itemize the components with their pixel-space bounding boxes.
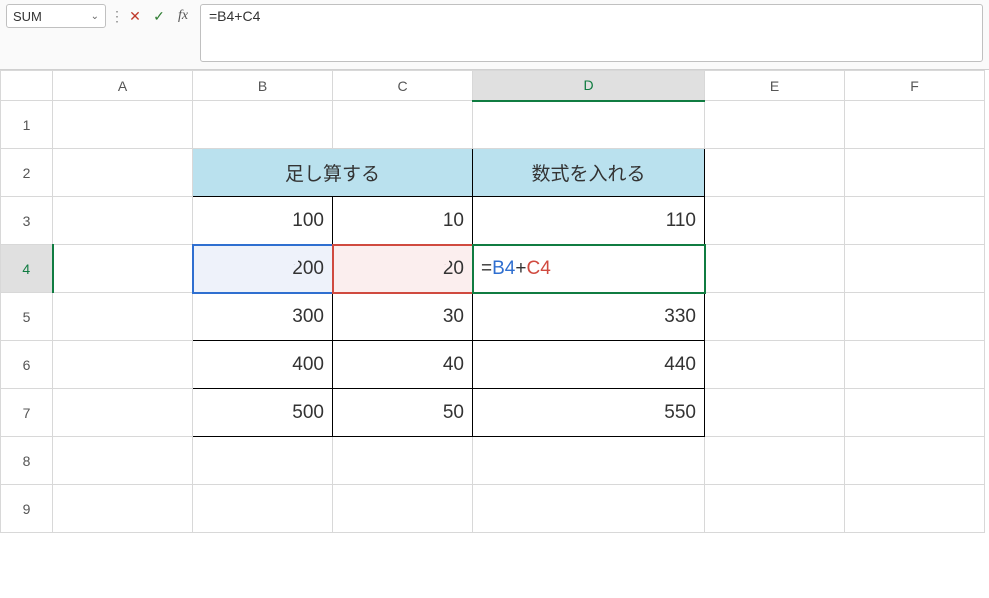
cell-A3[interactable] bbox=[53, 197, 193, 245]
header-sum[interactable]: 足し算する bbox=[193, 149, 473, 197]
grid: A B C D E F 1 2 足し算する 数式を入れる 3 100 bbox=[0, 70, 985, 533]
cell-C7[interactable]: 50 bbox=[333, 389, 473, 437]
col-header-C[interactable]: C bbox=[333, 71, 473, 101]
cell-F1[interactable] bbox=[845, 101, 985, 149]
cell-B9[interactable] bbox=[193, 485, 333, 533]
cell-A8[interactable] bbox=[53, 437, 193, 485]
cell-B3[interactable]: 100 bbox=[193, 197, 333, 245]
cell-E7[interactable] bbox=[705, 389, 845, 437]
cell-E4[interactable] bbox=[705, 245, 845, 293]
col-header-B[interactable]: B bbox=[193, 71, 333, 101]
chevron-down-icon[interactable]: ⌄ bbox=[91, 11, 99, 22]
cell-B4[interactable]: 200 bbox=[193, 245, 333, 293]
cell-A2[interactable] bbox=[53, 149, 193, 197]
cell-B6[interactable]: 400 bbox=[193, 341, 333, 389]
cell-E1[interactable] bbox=[705, 101, 845, 149]
cell-A9[interactable] bbox=[53, 485, 193, 533]
cancel-icon[interactable]: ✕ bbox=[124, 5, 146, 27]
col-header-A[interactable]: A bbox=[53, 71, 193, 101]
cell-C5[interactable]: 30 bbox=[333, 293, 473, 341]
cell-C8[interactable] bbox=[333, 437, 473, 485]
cell-C4[interactable]: 20 bbox=[333, 245, 473, 293]
cell-A7[interactable] bbox=[53, 389, 193, 437]
cell-C9[interactable] bbox=[333, 485, 473, 533]
cell-E5[interactable] bbox=[705, 293, 845, 341]
cell-D3[interactable]: 110 bbox=[473, 197, 705, 245]
header-formula[interactable]: 数式を入れる bbox=[473, 149, 705, 197]
cell-F8[interactable] bbox=[845, 437, 985, 485]
row-header-1[interactable]: 1 bbox=[1, 101, 53, 149]
fx-icon[interactable]: fx bbox=[172, 5, 194, 27]
formula-controls: ⋮ ✕ ✓ fx bbox=[112, 4, 194, 28]
cell-D7[interactable]: 550 bbox=[473, 389, 705, 437]
cell-D5[interactable]: 330 bbox=[473, 293, 705, 341]
menu-icon[interactable]: ⋮ bbox=[112, 5, 122, 27]
confirm-icon[interactable]: ✓ bbox=[148, 5, 170, 27]
cell-C6[interactable]: 40 bbox=[333, 341, 473, 389]
cell-B1[interactable] bbox=[193, 101, 333, 149]
cell-B8[interactable] bbox=[193, 437, 333, 485]
name-box[interactable]: SUM ⌄ bbox=[6, 4, 106, 28]
spreadsheet: A B C D E F 1 2 足し算する 数式を入れる 3 100 bbox=[0, 70, 989, 533]
row-header-9[interactable]: 9 bbox=[1, 485, 53, 533]
formula-input[interactable]: =B4+C4 bbox=[200, 4, 983, 62]
cell-E2[interactable] bbox=[705, 149, 845, 197]
cell-F2[interactable] bbox=[845, 149, 985, 197]
row-header-2[interactable]: 2 bbox=[1, 149, 53, 197]
cell-E9[interactable] bbox=[705, 485, 845, 533]
cell-C3[interactable]: 10 bbox=[333, 197, 473, 245]
select-all-corner[interactable] bbox=[1, 71, 53, 101]
inline-formula: =B4+C4 bbox=[481, 258, 551, 279]
cell-E8[interactable] bbox=[705, 437, 845, 485]
cell-F7[interactable] bbox=[845, 389, 985, 437]
cell-A5[interactable] bbox=[53, 293, 193, 341]
cell-F9[interactable] bbox=[845, 485, 985, 533]
row-header-7[interactable]: 7 bbox=[1, 389, 53, 437]
cell-D8[interactable] bbox=[473, 437, 705, 485]
formula-bar: SUM ⌄ ⋮ ✕ ✓ fx =B4+C4 bbox=[0, 0, 989, 70]
cell-E6[interactable] bbox=[705, 341, 845, 389]
row-header-4[interactable]: 4 bbox=[1, 245, 53, 293]
cell-D6[interactable]: 440 bbox=[473, 341, 705, 389]
cell-F3[interactable] bbox=[845, 197, 985, 245]
col-header-F[interactable]: F bbox=[845, 71, 985, 101]
cell-D9[interactable] bbox=[473, 485, 705, 533]
col-header-D[interactable]: D bbox=[473, 71, 705, 101]
cell-B5[interactable]: 300 bbox=[193, 293, 333, 341]
cell-A4[interactable] bbox=[53, 245, 193, 293]
cell-A1[interactable] bbox=[53, 101, 193, 149]
row-header-3[interactable]: 3 bbox=[1, 197, 53, 245]
cell-B7[interactable]: 500 bbox=[193, 389, 333, 437]
cell-D4[interactable]: =B4+C4 bbox=[473, 245, 705, 293]
row-header-6[interactable]: 6 bbox=[1, 341, 53, 389]
cell-C1[interactable] bbox=[333, 101, 473, 149]
name-box-value: SUM bbox=[13, 9, 42, 24]
cell-F5[interactable] bbox=[845, 293, 985, 341]
cell-F6[interactable] bbox=[845, 341, 985, 389]
cell-A6[interactable] bbox=[53, 341, 193, 389]
row-header-5[interactable]: 5 bbox=[1, 293, 53, 341]
cell-E3[interactable] bbox=[705, 197, 845, 245]
cell-D1[interactable] bbox=[473, 101, 705, 149]
row-header-8[interactable]: 8 bbox=[1, 437, 53, 485]
col-header-E[interactable]: E bbox=[705, 71, 845, 101]
cell-F4[interactable] bbox=[845, 245, 985, 293]
